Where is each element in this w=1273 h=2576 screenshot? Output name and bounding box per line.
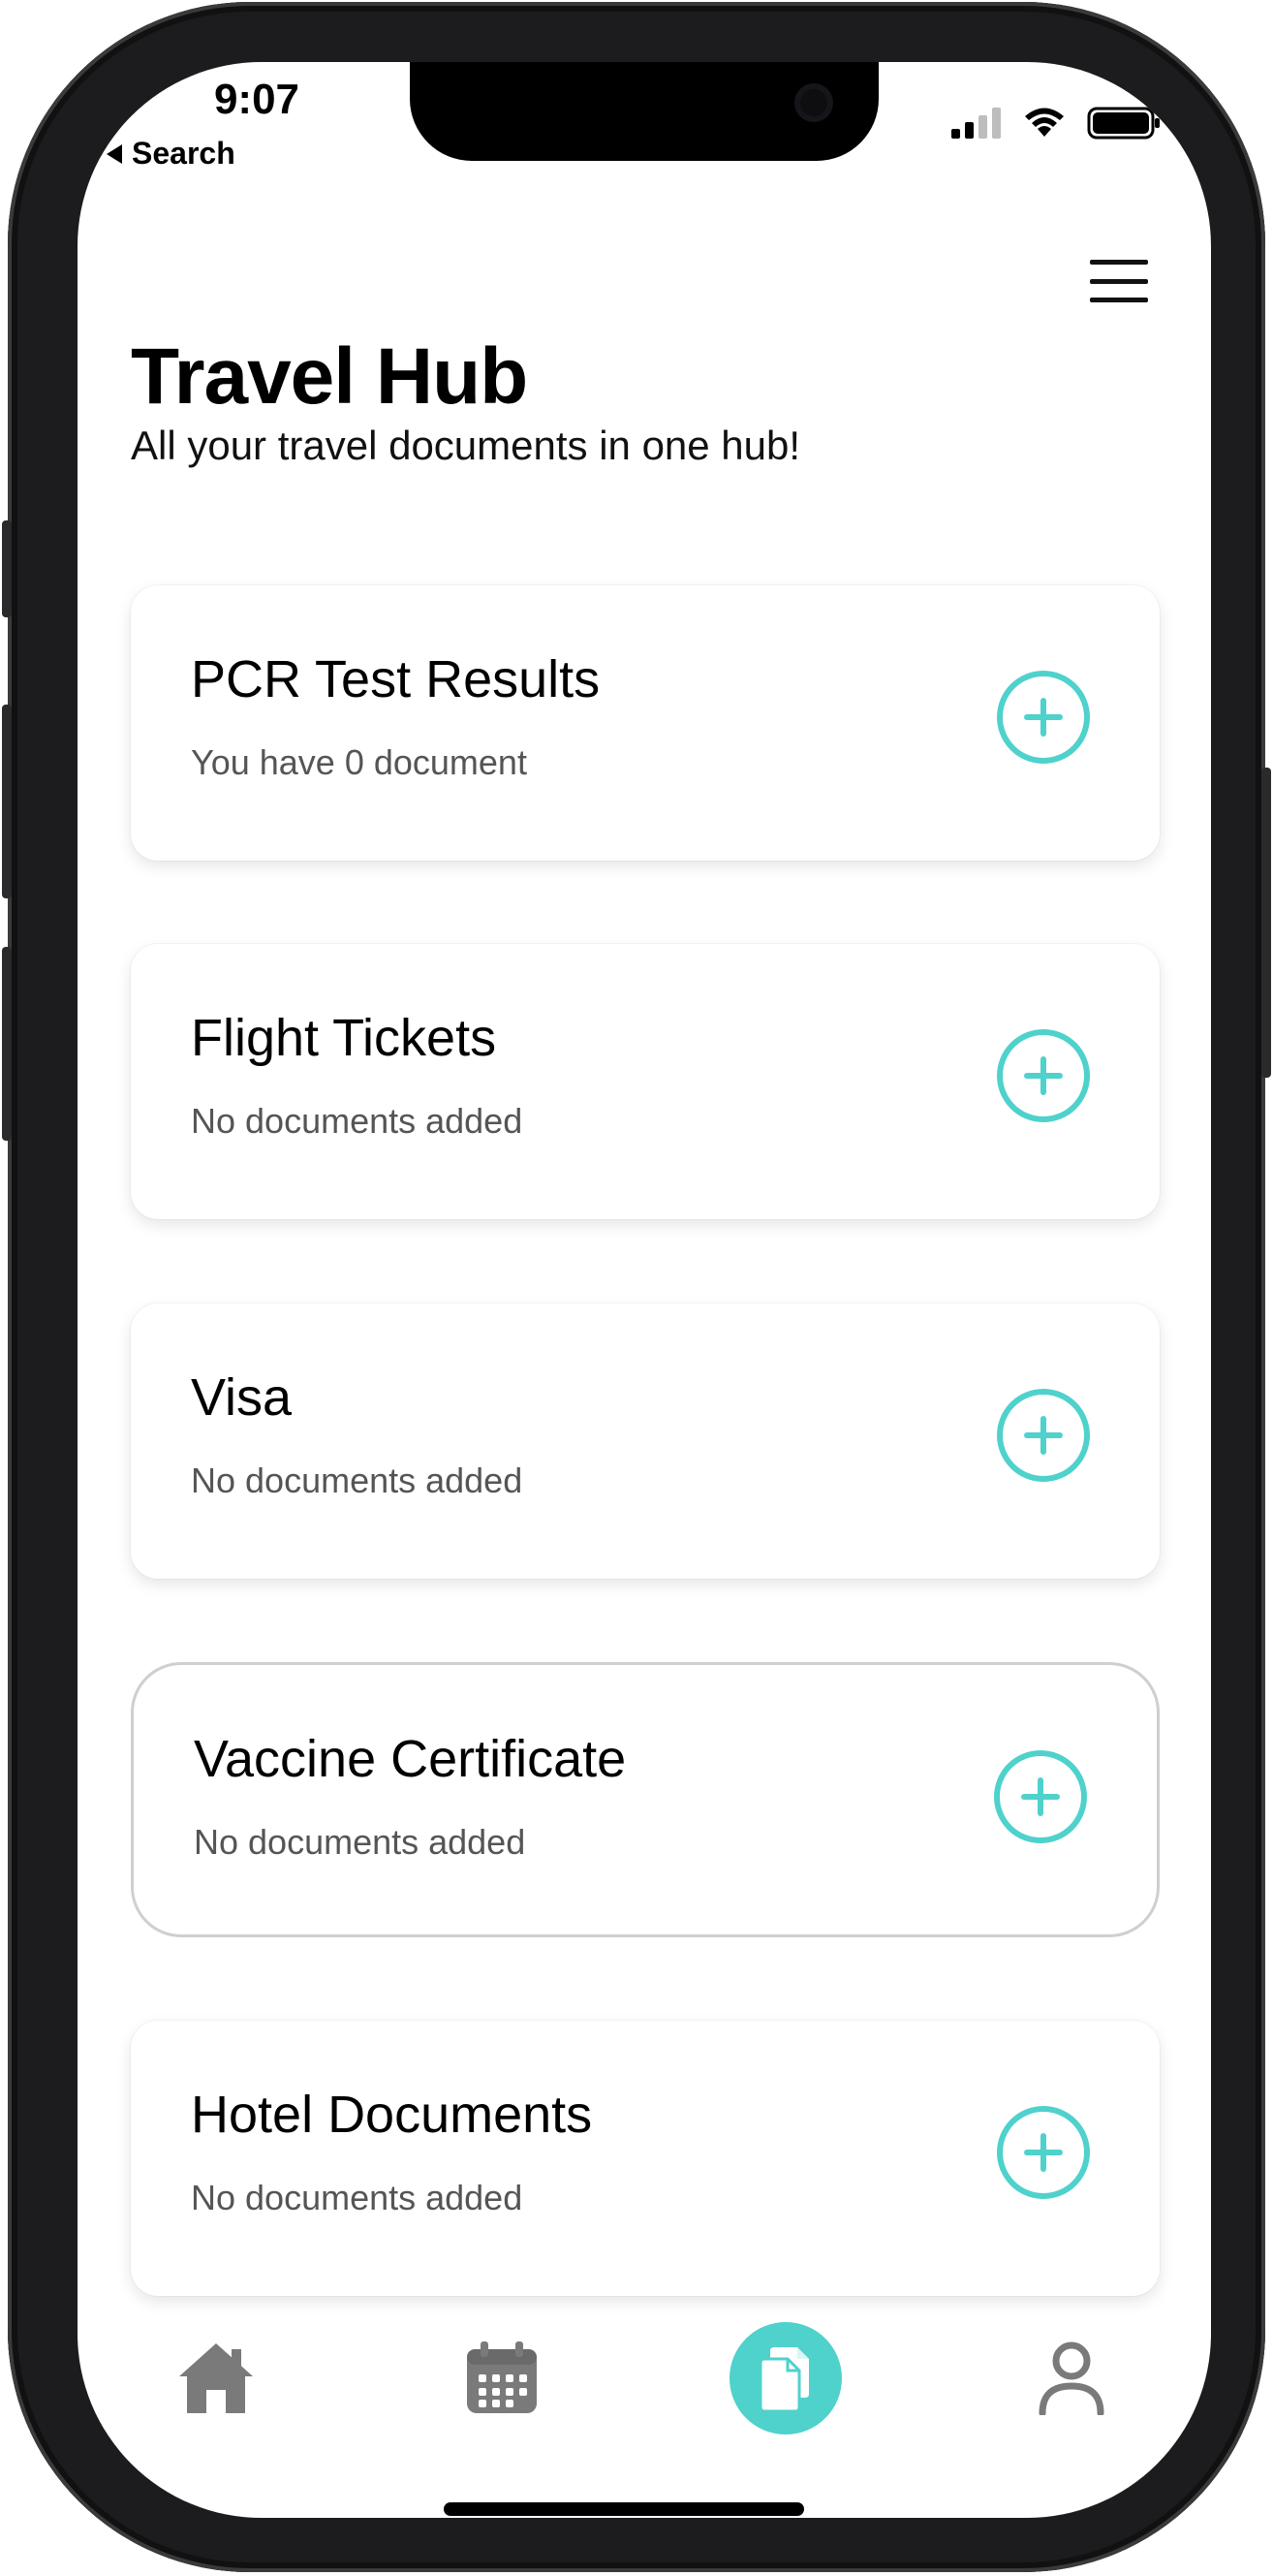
- home-icon: [179, 2343, 253, 2413]
- card-status: No documents added: [194, 1822, 526, 1862]
- back-arrow-icon: [107, 143, 122, 164]
- card-title: PCR Test Results: [191, 650, 601, 708]
- add-document-button[interactable]: [997, 2106, 1090, 2199]
- document-card-flight-tickets[interactable]: Flight Tickets No documents added: [131, 944, 1160, 1219]
- card-title: Vaccine Certificate: [194, 1730, 627, 1788]
- tab-calendar[interactable]: [444, 2320, 560, 2436]
- battery-icon: [1087, 107, 1160, 140]
- power-button: [1261, 768, 1271, 1078]
- document-card-visa[interactable]: Visa No documents added: [131, 1304, 1160, 1579]
- status-time: 9:07: [213, 76, 300, 123]
- card-status: No documents added: [191, 1101, 523, 1141]
- card-status: No documents added: [191, 2178, 523, 2217]
- card-title: Hotel Documents: [191, 2086, 593, 2144]
- calendar-icon: [467, 2341, 537, 2413]
- back-to-search[interactable]: Search: [107, 136, 235, 172]
- card-status: You have 0 document: [191, 742, 527, 782]
- add-document-button[interactable]: [997, 1029, 1090, 1122]
- card-status: No documents added: [191, 1461, 523, 1500]
- tab-profile[interactable]: [1013, 2320, 1130, 2436]
- document-card-pcr-test-results[interactable]: PCR Test Results You have 0 document: [131, 585, 1160, 861]
- document-card-hotel-documents[interactable]: Hotel Documents No documents added: [131, 2021, 1160, 2296]
- document-card-vaccine-certificate[interactable]: Vaccine Certificate No documents added: [131, 1662, 1160, 1937]
- hamburger-menu-icon[interactable]: [1090, 260, 1148, 302]
- tab-home[interactable]: [158, 2320, 274, 2436]
- wifi-icon: [1025, 108, 1064, 137]
- back-label: Search: [132, 136, 235, 171]
- tab-documents[interactable]: [728, 2320, 844, 2436]
- add-document-button[interactable]: [997, 1389, 1090, 1482]
- cellular-signal-icon: [951, 108, 1001, 139]
- home-indicator[interactable]: [444, 2502, 804, 2516]
- volume-down-button: [2, 947, 12, 1141]
- front-camera: [794, 83, 833, 122]
- add-document-button[interactable]: [997, 671, 1090, 764]
- phone-frame: 9:07 Search Travel Hub All your travel d…: [2, 2, 1271, 2572]
- notch: [410, 62, 879, 161]
- screen: 9:07 Search Travel Hub All your travel d…: [78, 62, 1211, 2518]
- documents-icon: [759, 2347, 809, 2413]
- status-icons: [949, 107, 1161, 140]
- card-title: Visa: [191, 1368, 293, 1427]
- page-title: Travel Hub: [131, 332, 528, 421]
- card-title: Flight Tickets: [191, 1009, 497, 1067]
- silent-switch: [2, 520, 12, 617]
- volume-up-button: [2, 705, 12, 898]
- add-document-button[interactable]: [994, 1750, 1087, 1843]
- page-subtitle: All your travel documents in one hub!: [131, 423, 801, 468]
- profile-icon: [1039, 2341, 1104, 2415]
- active-tab-indicator: [730, 2322, 842, 2435]
